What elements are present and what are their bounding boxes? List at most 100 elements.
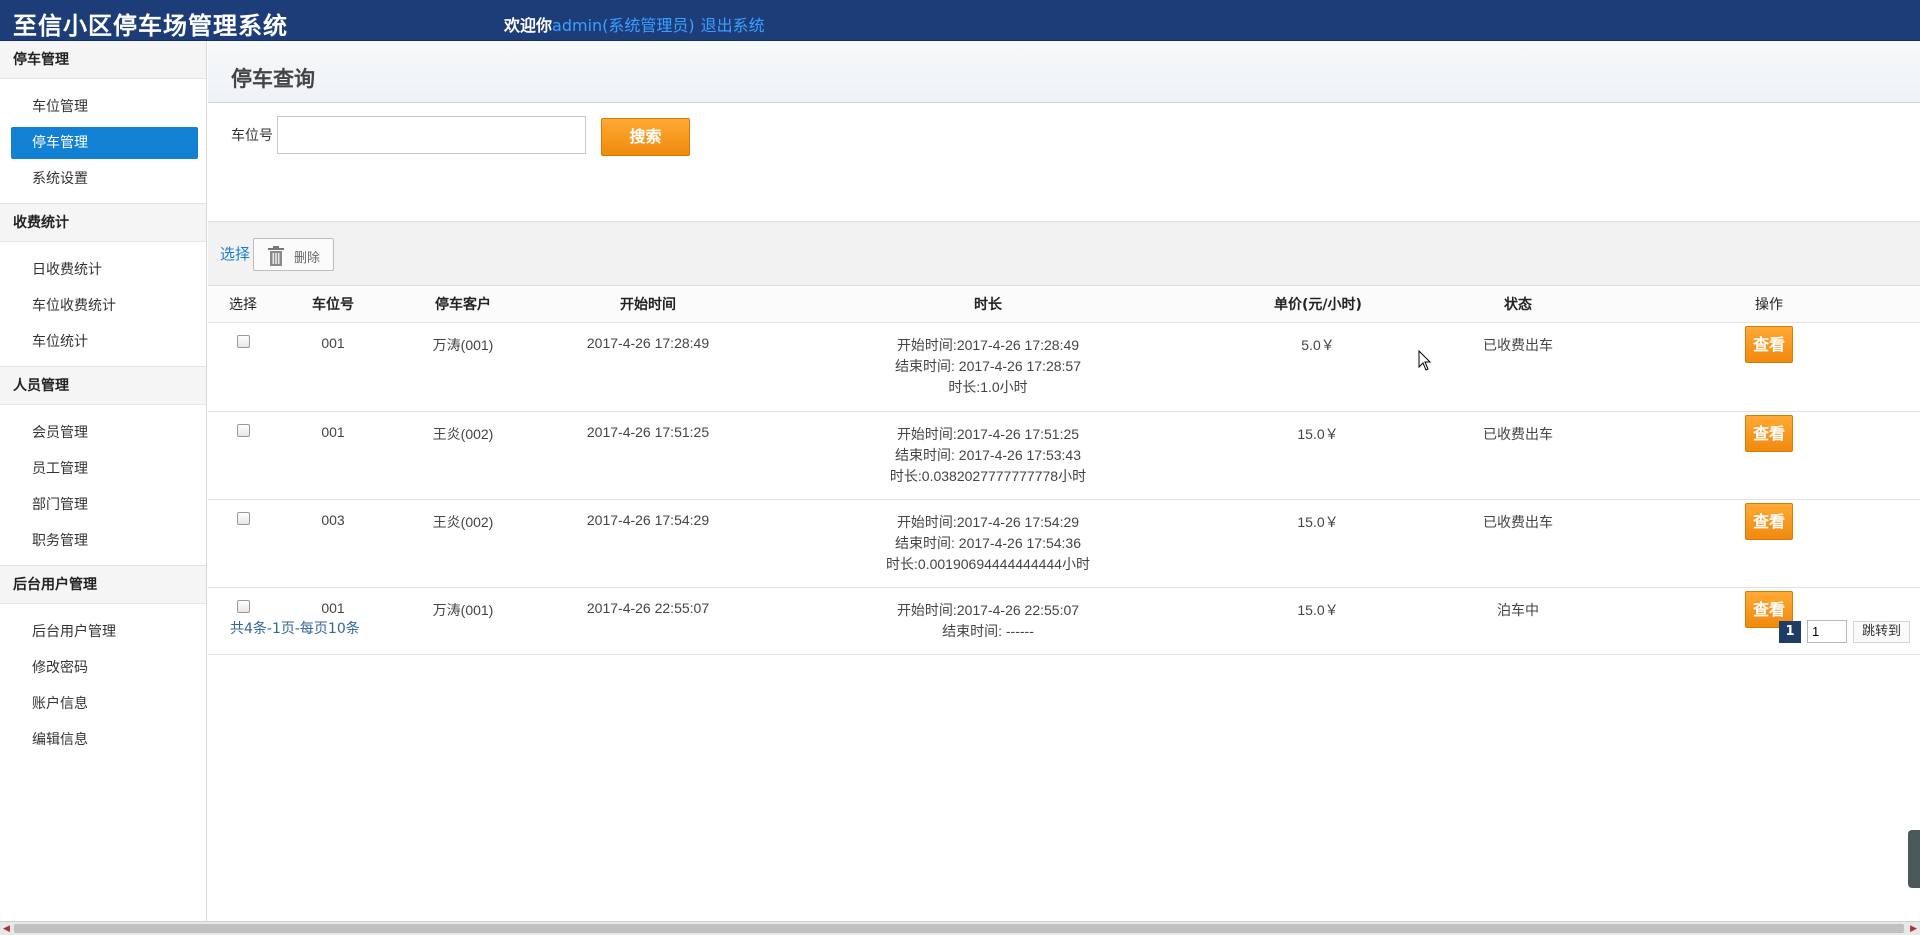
- sidebar-item-admin-user-management[interactable]: 后台用户管理: [11, 616, 198, 648]
- sidebar-item-daily-fee-stats[interactable]: 日收费统计: [11, 254, 198, 286]
- nav-group-parking: 停车管理 车位管理 停车管理 系统设置: [0, 41, 206, 204]
- column-header-status: 状态: [1418, 286, 1618, 323]
- space-number-input[interactable]: [277, 116, 586, 154]
- space-cell: 001: [278, 322, 388, 412]
- jump-to-page-button[interactable]: 跳转到: [1853, 621, 1910, 643]
- customer-cell: 万涛(001): [388, 587, 538, 655]
- table-row: 003 王炎(002) 2017-4-26 17:54:29 开始时间:2017…: [208, 499, 1920, 588]
- table-toolbar: 选择 删除: [208, 221, 1920, 286]
- duration-start: 开始时间:2017-4-26 22:55:07: [896, 601, 1080, 618]
- nav-group-admin-users: 后台用户管理 后台用户管理 修改密码 账户信息 编辑信息: [0, 566, 206, 764]
- row-select-cell: [208, 411, 278, 500]
- duration-start: 开始时间:2017-4-26 17:51:25: [896, 425, 1080, 442]
- duration-cell: 开始时间:2017-4-26 17:54:29 结束时间: 2017-4-26 …: [758, 499, 1218, 588]
- column-header-select: 选择: [208, 286, 278, 323]
- action-cell: 查看: [1618, 499, 1920, 588]
- row-checkbox[interactable]: [236, 423, 250, 437]
- table-header-row: 选择 车位号 停车客户 开始时间 时长 单价(元/小时) 状态 操作: [208, 286, 1920, 323]
- select-link[interactable]: 选择: [220, 243, 250, 264]
- top-header: 至信小区停车场管理系统 欢迎你admin(系统管理员) 退出系统: [0, 0, 1920, 41]
- row-select-cell: [208, 499, 278, 588]
- scroll-left-icon[interactable]: ◀: [3, 924, 10, 934]
- column-header-start-time: 开始时间: [538, 286, 758, 323]
- pagination: 1 跳转到: [1779, 620, 1910, 645]
- sidebar-item-department-management[interactable]: 部门管理: [11, 489, 198, 521]
- table-row: 001 万涛(001) 2017-4-26 17:28:49 开始时间:2017…: [208, 322, 1920, 412]
- table-row: 001 王炎(002) 2017-4-26 17:51:25 开始时间:2017…: [208, 411, 1920, 500]
- sidebar: 停车管理 车位管理 停车管理 系统设置 收费统计 日收费统计 车位收费统计 车位…: [0, 41, 207, 921]
- side-scroll-handle[interactable]: [1908, 830, 1920, 888]
- nav-items: 车位管理 停车管理 系统设置: [0, 79, 206, 203]
- column-header-price: 单价(元/小时): [1218, 286, 1418, 323]
- column-header-customer: 停车客户: [388, 286, 538, 323]
- nav-group-title: 后台用户管理: [0, 566, 206, 604]
- scroll-right-icon[interactable]: ▶: [1910, 924, 1917, 934]
- nav-group-personnel: 人员管理 会员管理 员工管理 部门管理 职务管理: [0, 367, 206, 566]
- sidebar-item-system-settings[interactable]: 系统设置: [11, 163, 198, 195]
- duration-length: 时长:0.0382027777777778小时: [889, 467, 1087, 484]
- action-cell: 查看: [1618, 322, 1920, 412]
- table-row: 001 万涛(001) 2017-4-26 22:55:07 开始时间:2017…: [208, 587, 1920, 655]
- row-checkbox[interactable]: [236, 511, 250, 525]
- duration-cell: 开始时间:2017-4-26 22:55:07 结束时间: ------: [758, 587, 1218, 655]
- price-cell: 5.0￥: [1218, 322, 1418, 412]
- status-cell: 已收费出车: [1418, 411, 1618, 500]
- search-button[interactable]: 搜索: [601, 118, 690, 156]
- page-jump-input[interactable]: [1807, 620, 1847, 643]
- page-title: 停车查询: [231, 67, 315, 91]
- status-cell: 已收费出车: [1418, 322, 1618, 412]
- sidebar-item-staff-management[interactable]: 员工管理: [11, 453, 198, 485]
- row-select-cell: [208, 322, 278, 412]
- nav-group-fee-stats: 收费统计 日收费统计 车位收费统计 车位统计: [0, 204, 206, 367]
- delete-button[interactable]: 删除: [253, 238, 334, 271]
- mouse-cursor-icon: [1418, 350, 1432, 371]
- column-header-space: 车位号: [278, 286, 388, 323]
- page-header: 停车查询: [208, 41, 1920, 103]
- trash-icon: [268, 246, 284, 266]
- view-button[interactable]: 查看: [1745, 502, 1793, 540]
- duration-end: 结束时间: 2017-4-26 17:54:36: [895, 534, 1081, 551]
- current-user: admin(系统管理员): [552, 16, 695, 35]
- search-label: 车位号: [231, 128, 273, 144]
- sidebar-item-edit-info[interactable]: 编辑信息: [11, 724, 198, 756]
- view-button[interactable]: 查看: [1745, 414, 1793, 452]
- duration-start: 开始时间:2017-4-26 17:54:29: [896, 513, 1080, 530]
- sidebar-item-space-fee-stats[interactable]: 车位收费统计: [11, 290, 198, 322]
- horizontal-scrollbar[interactable]: ◀ ▶: [0, 921, 1920, 935]
- nav-group-title: 人员管理: [0, 367, 206, 405]
- duration-length: 时长:1.0小时: [948, 378, 1028, 395]
- duration-length: 时长:0.00190694444444444小时: [886, 555, 1090, 572]
- sidebar-item-change-password[interactable]: 修改密码: [11, 652, 198, 684]
- nav-group-title: 停车管理: [0, 41, 206, 79]
- duration-end: 结束时间: 2017-4-26 17:53:43: [895, 446, 1081, 463]
- parking-records-table: 选择 车位号 停车客户 开始时间 时长 单价(元/小时) 状态 操作 001 万…: [208, 286, 1920, 655]
- sidebar-item-account-info[interactable]: 账户信息: [11, 688, 198, 720]
- price-cell: 15.0￥: [1218, 411, 1418, 500]
- app-title: 至信小区停车场管理系统: [13, 11, 288, 40]
- action-cell: 查看: [1618, 411, 1920, 500]
- start-time-cell: 2017-4-26 22:55:07: [538, 587, 758, 655]
- customer-cell: 万涛(001): [388, 322, 538, 412]
- welcome-prefix: 欢迎你: [504, 16, 553, 35]
- sidebar-item-parking-management[interactable]: 停车管理: [11, 127, 198, 159]
- logout-link[interactable]: 退出系统: [701, 16, 765, 35]
- column-header-action: 操作: [1618, 286, 1920, 323]
- sidebar-item-space-stats[interactable]: 车位统计: [11, 326, 198, 358]
- nav-items: 后台用户管理 修改密码 账户信息 编辑信息: [0, 604, 206, 764]
- welcome-text: 欢迎你admin(系统管理员) 退出系统: [504, 12, 765, 36]
- sidebar-item-member-management[interactable]: 会员管理: [11, 417, 198, 449]
- space-cell: 001: [278, 411, 388, 500]
- sidebar-item-space-management[interactable]: 车位管理: [11, 91, 198, 123]
- sidebar-item-position-management[interactable]: 职务管理: [11, 525, 198, 557]
- scrollbar-thumb[interactable]: [14, 924, 1904, 933]
- row-checkbox[interactable]: [236, 334, 250, 348]
- column-header-duration: 时长: [758, 286, 1218, 323]
- customer-cell: 王炎(002): [388, 411, 538, 500]
- start-time-cell: 2017-4-26 17:54:29: [538, 499, 758, 588]
- nav-items: 会员管理 员工管理 部门管理 职务管理: [0, 405, 206, 565]
- current-page-button[interactable]: 1: [1779, 621, 1801, 643]
- row-checkbox[interactable]: [236, 599, 250, 613]
- view-button[interactable]: 查看: [1745, 325, 1793, 363]
- delete-label: 删除: [294, 251, 321, 266]
- duration-end: 结束时间: 2017-4-26 17:28:57: [895, 357, 1081, 374]
